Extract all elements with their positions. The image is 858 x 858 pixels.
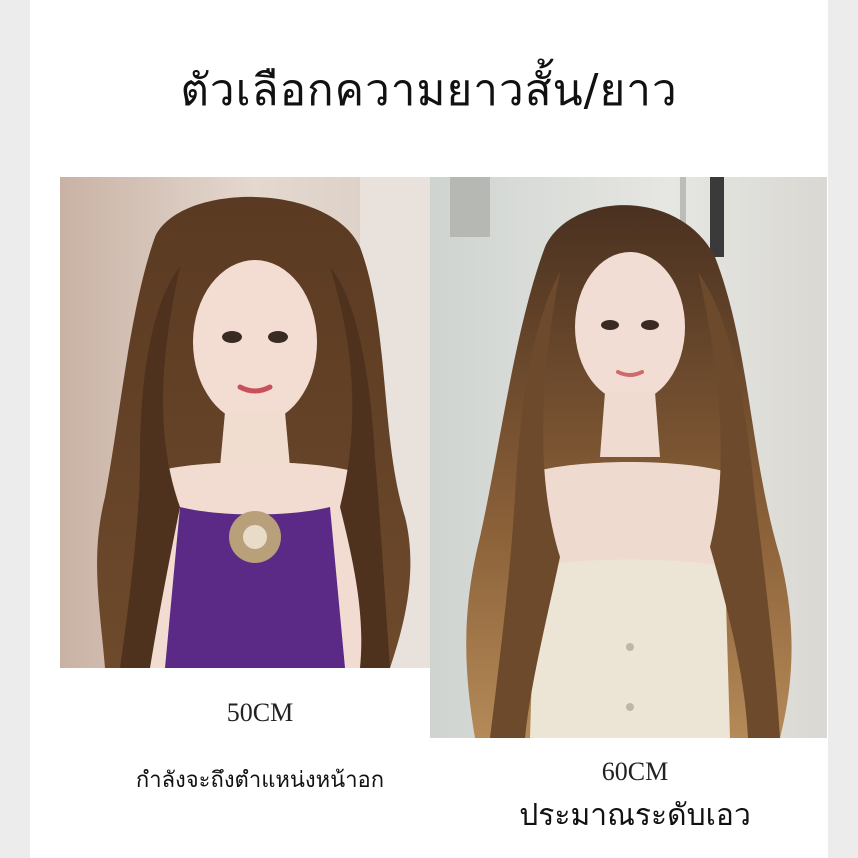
wig-50cm-photo bbox=[60, 177, 449, 668]
product-detail-canvas: ตัวเลือกความยาวสั้น/ยาว 50CM กำลังจะถึงต… bbox=[30, 0, 828, 858]
length-label-50cm: 50CM bbox=[226, 698, 294, 727]
length-description-60cm: ประมาณระดับเอว bbox=[519, 798, 751, 833]
wig-60cm-photo bbox=[430, 177, 827, 738]
page-title: ตัวเลือกความยาวสั้น/ยาว bbox=[180, 65, 678, 116]
length-label-60cm: 60CM bbox=[601, 757, 669, 786]
length-description-50cm: กำลังจะถึงตำแหน่งหน้าอก bbox=[135, 768, 385, 793]
